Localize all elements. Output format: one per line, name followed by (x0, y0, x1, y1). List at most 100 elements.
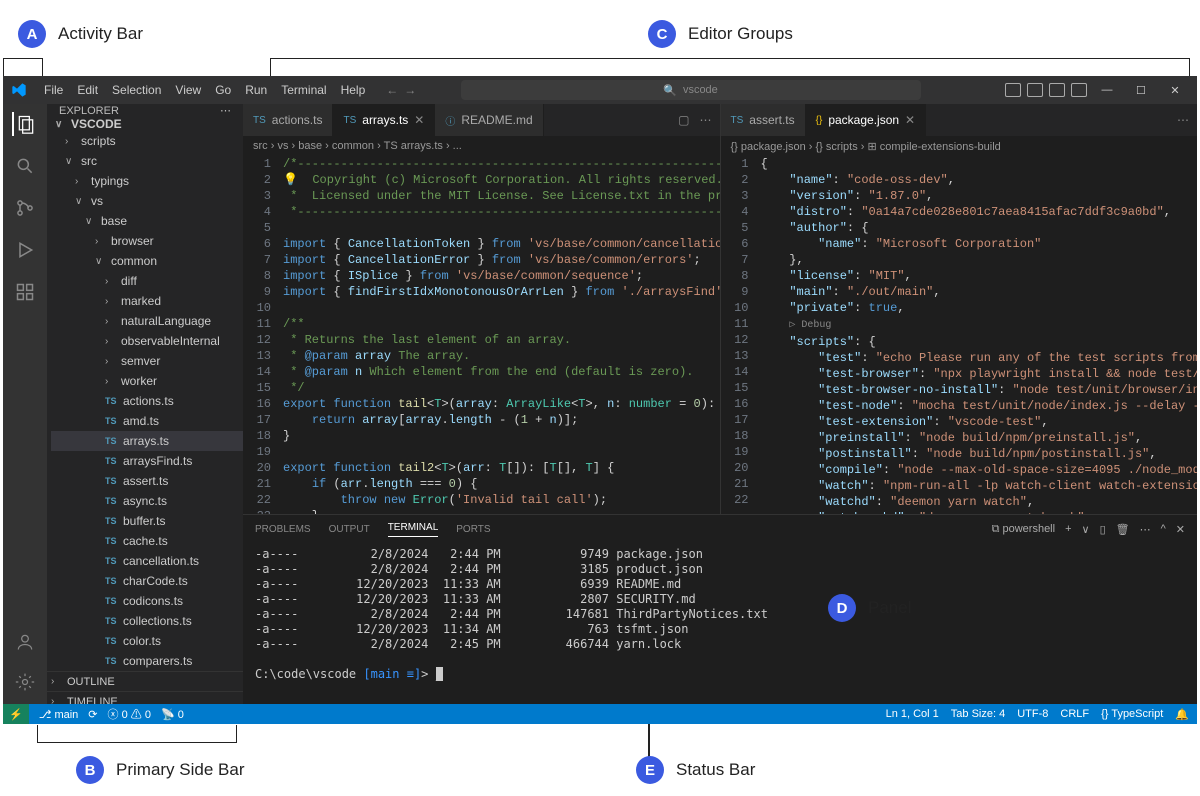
branch-status[interactable]: ⎇ main (39, 708, 79, 721)
panel-tab-output[interactable]: OUTPUT (329, 524, 370, 535)
folder-diff[interactable]: ›diff (51, 271, 243, 291)
panel-maximize-icon[interactable]: ^ (1161, 523, 1166, 535)
file-buffer-ts[interactable]: TSbuffer.ts (51, 511, 243, 531)
file-comparers-ts[interactable]: TScomparers.ts (51, 651, 243, 671)
file-charCode-ts[interactable]: TScharCode.ts (51, 571, 243, 591)
search-activity-icon[interactable] (13, 154, 37, 178)
explorer-more-icon[interactable]: ⋯ (220, 104, 231, 117)
scm-icon[interactable] (13, 196, 37, 220)
breadcrumb-left[interactable]: src › vs › base › common › TS arrays.ts … (243, 136, 720, 156)
status-utf-8[interactable]: UTF-8 (1017, 708, 1048, 721)
settings-gear-icon[interactable] (13, 670, 37, 694)
folder-base[interactable]: ∨base (51, 211, 243, 231)
bracket-b (37, 725, 237, 743)
folder-semver[interactable]: ›semver (51, 351, 243, 371)
primary-sidebar: EXPLORER ⋯ ∨VSCODE ›scripts∨src›typings∨… (47, 104, 243, 704)
badge-b: B (76, 756, 104, 784)
file-arrays-ts[interactable]: TSarrays.ts (51, 431, 243, 451)
folder-naturalLanguage[interactable]: ›naturalLanguage (51, 311, 243, 331)
folder-common[interactable]: ∨common (51, 251, 243, 271)
file-assert-ts[interactable]: TSassert.ts (51, 471, 243, 491)
tab-README-md[interactable]: ⓘREADME.md (435, 104, 543, 136)
folder-marked[interactable]: ›marked (51, 291, 243, 311)
run-debug-icon[interactable] (13, 238, 37, 262)
timeline-section[interactable]: ›TIMELINE (47, 691, 243, 704)
file-cancellation-ts[interactable]: TScancellation.ts (51, 551, 243, 571)
panel-tab-terminal[interactable]: TERMINAL (388, 522, 439, 537)
problems-status[interactable]: ⓧ 0 ⚠ 0 (108, 706, 151, 722)
file-codicons-ts[interactable]: TScodicons.ts (51, 591, 243, 611)
more-icon[interactable]: ⋯ (700, 113, 712, 127)
minimize-button[interactable]: — (1093, 84, 1121, 96)
shell-label[interactable]: ⧉ powershell (992, 523, 1056, 536)
outline-section[interactable]: ›OUTLINE (47, 671, 243, 691)
code-editor-left[interactable]: /*--------------------------------------… (283, 156, 720, 514)
folder-observableInternal[interactable]: ›observableInternal (51, 331, 243, 351)
menu-go[interactable]: Go (208, 83, 238, 97)
split-terminal-icon[interactable]: ▯ (1100, 523, 1106, 536)
menu-terminal[interactable]: Terminal (274, 83, 333, 97)
menu-file[interactable]: File (37, 83, 70, 97)
vscode-logo-icon (11, 82, 27, 98)
folder-src[interactable]: ∨src (51, 151, 243, 171)
remote-indicator[interactable]: ⚡ (3, 704, 29, 724)
status--[interactable]: 🔔 (1175, 708, 1189, 721)
gutter-right: 12345678910111213141516171819202122 (721, 156, 761, 514)
command-center[interactable]: 🔍 vscode (461, 80, 921, 100)
accounts-icon[interactable] (13, 630, 37, 654)
folder-typings[interactable]: ›typings (51, 171, 243, 191)
tab-actions-ts[interactable]: TSactions.ts (243, 104, 333, 136)
folder-root[interactable]: ∨VSCODE (47, 117, 243, 131)
status-ln-1-col-1[interactable]: Ln 1, Col 1 (886, 708, 939, 721)
layout-icon-4[interactable] (1071, 83, 1087, 97)
file-amd-ts[interactable]: TSamd.ts (51, 411, 243, 431)
folder-scripts[interactable]: ›scripts (51, 131, 243, 151)
file-arraysFind-ts[interactable]: TSarraysFind.ts (51, 451, 243, 471)
new-terminal-icon[interactable]: + (1065, 523, 1071, 535)
kill-terminal-icon[interactable]: 🗑 (1116, 523, 1130, 536)
more-icon[interactable]: ⋯ (1177, 113, 1189, 127)
folder-vs[interactable]: ∨vs (51, 191, 243, 211)
label-a: Activity Bar (58, 24, 143, 44)
terminal-output[interactable]: -a---- 2/8/2024 2:44 PM 9749 package.jso… (243, 543, 1197, 704)
extensions-icon[interactable] (13, 280, 37, 304)
panel-tab-problems[interactable]: PROBLEMS (255, 524, 311, 535)
panel-close-icon[interactable]: ✕ (1176, 523, 1185, 536)
folder-worker[interactable]: ›worker (51, 371, 243, 391)
maximize-button[interactable]: ☐ (1127, 84, 1155, 97)
breadcrumb-right[interactable]: {} package.json › {} scripts › ⊞ compile… (721, 136, 1198, 156)
tab-package-json[interactable]: {}package.json✕ (806, 104, 926, 136)
menu-run[interactable]: Run (238, 83, 274, 97)
sync-status[interactable]: ⟳ (88, 708, 97, 721)
terminal-dropdown-icon[interactable]: ∨ (1082, 523, 1090, 536)
close-window-button[interactable]: ✕ (1161, 84, 1189, 97)
close-icon[interactable]: ✕ (905, 113, 915, 127)
tab-arrays-ts[interactable]: TSarrays.ts✕ (333, 104, 435, 136)
nav-forward-icon[interactable]: → (404, 83, 416, 97)
file-cache-ts[interactable]: TScache.ts (51, 531, 243, 551)
panel-more-icon[interactable]: ⋯ (1140, 523, 1151, 536)
file-actions-ts[interactable]: TSactions.ts (51, 391, 243, 411)
folder-browser[interactable]: ›browser (51, 231, 243, 251)
menu-selection[interactable]: Selection (105, 83, 168, 97)
ports-status[interactable]: 📡 0 (161, 708, 184, 721)
status-tab-size-4[interactable]: Tab Size: 4 (951, 708, 1005, 721)
status--typescript[interactable]: {} TypeScript (1101, 708, 1163, 721)
explorer-icon[interactable] (12, 112, 36, 136)
layout-icon-2[interactable] (1027, 83, 1043, 97)
code-editor-right[interactable]: { "name": "code-oss-dev", "version": "1.… (761, 156, 1198, 514)
file-color-ts[interactable]: TScolor.ts (51, 631, 243, 651)
menu-help[interactable]: Help (334, 83, 373, 97)
close-icon[interactable]: ✕ (414, 113, 424, 127)
split-editor-icon[interactable]: ▢ (678, 113, 689, 127)
panel-tab-ports[interactable]: PORTS (456, 524, 490, 535)
menu-view[interactable]: View (168, 83, 208, 97)
nav-back-icon[interactable]: ← (386, 83, 398, 97)
menu-edit[interactable]: Edit (70, 83, 105, 97)
tab-assert-ts[interactable]: TSassert.ts (721, 104, 806, 136)
file-async-ts[interactable]: TSasync.ts (51, 491, 243, 511)
layout-icon-1[interactable] (1005, 83, 1021, 97)
status-crlf[interactable]: CRLF (1060, 708, 1089, 721)
file-collections-ts[interactable]: TScollections.ts (51, 611, 243, 631)
layout-icon-3[interactable] (1049, 83, 1065, 97)
